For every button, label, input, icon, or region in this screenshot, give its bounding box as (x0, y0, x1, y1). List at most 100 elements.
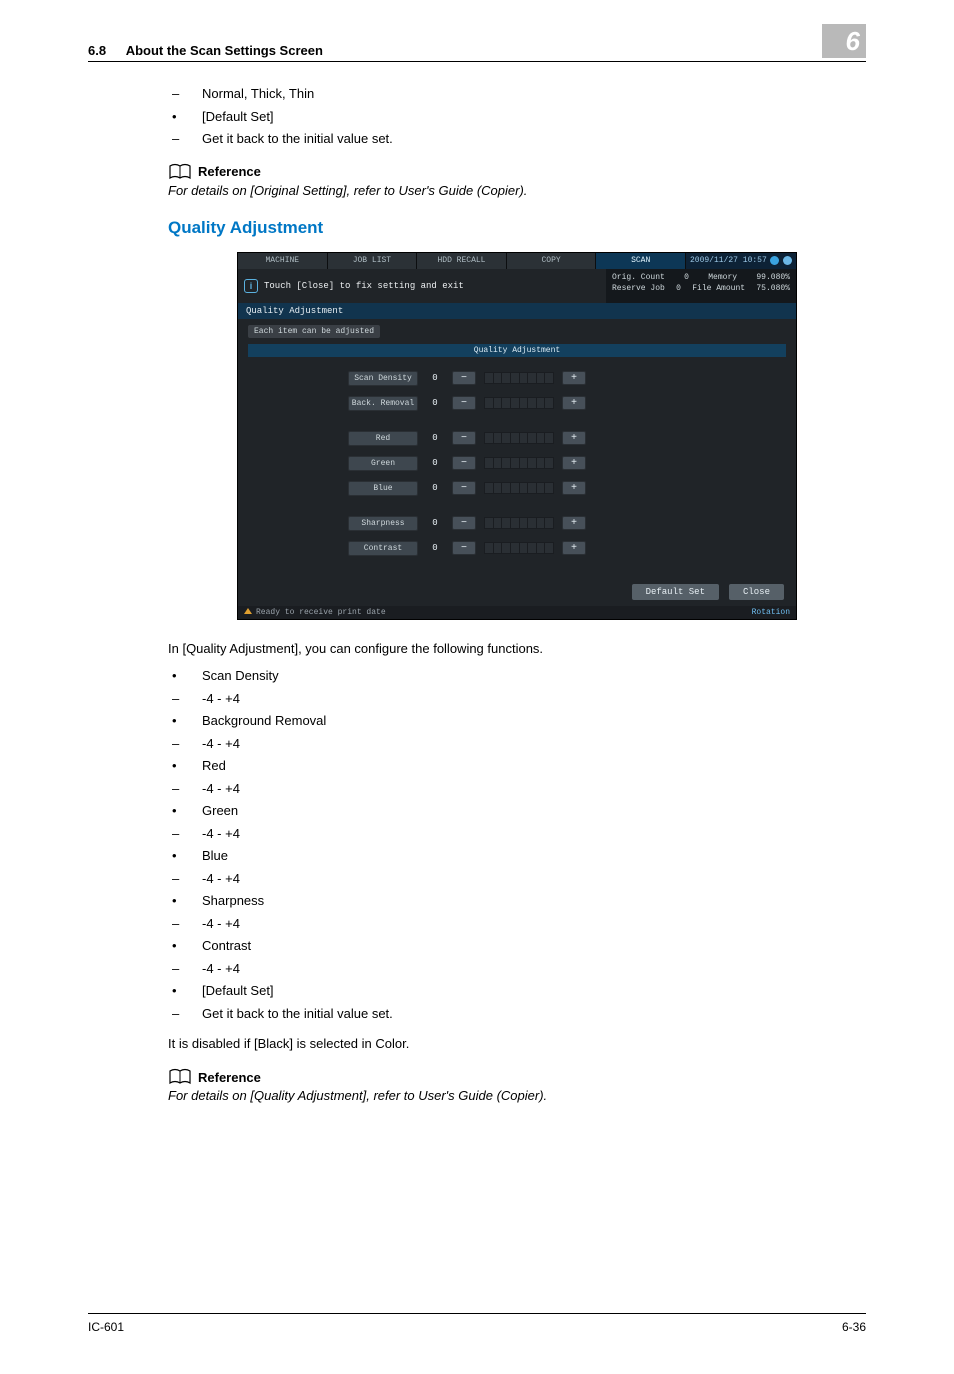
slider-value: 0 (426, 458, 444, 468)
tab-machine[interactable]: MACHINE (238, 253, 328, 269)
panel-mid-title: Quality Adjustment (248, 344, 786, 357)
status-dot-icon (770, 256, 779, 265)
minus-button[interactable]: − (452, 481, 476, 495)
list-item: [Default Set] (168, 981, 866, 1001)
slider-row: Sharpness 0− + (348, 516, 706, 531)
slider-row: Blue 0− + (348, 481, 706, 496)
intro-text: In [Quality Adjustment], you can configu… (168, 640, 866, 659)
list-item: -4 - +4 (168, 779, 866, 799)
info-icon: i (244, 279, 258, 293)
slider-track[interactable] (484, 432, 554, 444)
plus-button[interactable]: + (562, 456, 586, 470)
slider-label: Sharpness (348, 516, 418, 531)
slider-value: 0 (426, 398, 444, 408)
tab-hdd-recall[interactable]: HDD RECALL (417, 253, 507, 269)
help-dot-icon (783, 256, 792, 265)
slider-row: Green0−+ (348, 456, 706, 471)
orig-count: 0 (684, 272, 689, 283)
plus-button[interactable]: + (562, 516, 586, 530)
list-item: Get it back to the initial value set. (168, 1004, 866, 1024)
list-item: Get it back to the initial value set. (168, 129, 866, 149)
panel-subtitle: Each item can be adjusted (248, 325, 380, 338)
panel-clock: 2009/11/27 10:57 (686, 253, 796, 269)
plus-button[interactable]: + (562, 481, 586, 495)
minus-button[interactable]: − (452, 456, 476, 470)
slider-track[interactable] (484, 542, 554, 554)
section-number: 6.8 (88, 43, 106, 58)
minus-button[interactable]: − (452, 431, 476, 445)
panel-tabs: MACHINE JOB LIST HDD RECALL COPY SCAN 20… (238, 253, 796, 269)
reserve-label: Reserve Job (612, 283, 665, 294)
slider-track[interactable] (484, 482, 554, 494)
slider-track[interactable] (484, 457, 554, 469)
panel-title: Quality Adjustment (238, 303, 796, 319)
slider-value: 0 (426, 543, 444, 553)
reserve-value: 0 (676, 283, 681, 294)
chapter-tab: 6 (822, 24, 866, 58)
reference-text: For details on [Quality Adjustment], ref… (168, 1088, 866, 1103)
list-item: -4 - +4 (168, 689, 866, 709)
reference-label: Reference (198, 164, 261, 179)
minus-button[interactable]: − (452, 396, 476, 410)
slider-label: Contrast (348, 541, 418, 556)
rotation-indicator: Rotation (752, 608, 790, 617)
list-item: Background Removal (168, 711, 866, 731)
slider-label: Back. Removal (348, 396, 418, 411)
footer-page: 6-36 (842, 1320, 866, 1334)
list-item: -4 - +4 (168, 734, 866, 754)
reference-text: For details on [Original Setting], refer… (168, 183, 866, 198)
minus-button[interactable]: − (452, 541, 476, 555)
slider-value: 0 (426, 518, 444, 528)
function-list: Scan Density-4 - +4Background Removal-4 … (168, 666, 866, 1023)
slider-label: Blue (348, 481, 418, 496)
file-amount-value: 75.080% (756, 283, 790, 294)
tab-copy[interactable]: COPY (507, 253, 597, 269)
info-message: Touch [Close] to fix setting and exit (264, 281, 464, 291)
slider-row: Red 0− + (348, 431, 706, 446)
divider (88, 61, 866, 62)
list-item: -4 - +4 (168, 959, 866, 979)
plus-button[interactable]: + (562, 431, 586, 445)
memory-label: Memory (708, 272, 737, 283)
list-item: Red (168, 756, 866, 776)
slider-label: Red (348, 431, 418, 446)
plus-button[interactable]: + (562, 371, 586, 385)
slider-value: 0 (426, 373, 444, 383)
minus-button[interactable]: − (452, 371, 476, 385)
list-item: Normal, Thick, Thin (168, 84, 866, 104)
plus-button[interactable]: + (562, 396, 586, 410)
list-item: -4 - +4 (168, 869, 866, 889)
slider-track[interactable] (484, 517, 554, 529)
close-button[interactable]: Close (729, 584, 784, 600)
status-text: Ready to receive print date (244, 608, 386, 617)
slider-value: 0 (426, 483, 444, 493)
slider-row: Contrast 0− + (348, 541, 706, 556)
divider (88, 1313, 866, 1314)
note-text: It is disabled if [Black] is selected in… (168, 1035, 866, 1054)
footer-model: IC-601 (88, 1320, 124, 1334)
list-item: Blue (168, 846, 866, 866)
plus-button[interactable]: + (562, 541, 586, 555)
list-item: -4 - +4 (168, 914, 866, 934)
reference-label: Reference (198, 1070, 261, 1085)
slider-track[interactable] (484, 372, 554, 384)
device-panel: MACHINE JOB LIST HDD RECALL COPY SCAN 20… (237, 252, 797, 620)
slider-row: Back. Removal 0− + (348, 396, 706, 411)
default-set-button[interactable]: Default Set (632, 584, 719, 600)
list-item: Sharpness (168, 891, 866, 911)
slider-value: 0 (426, 433, 444, 443)
list-item: Scan Density (168, 666, 866, 686)
list-item: Green (168, 801, 866, 821)
tab-job-list[interactable]: JOB LIST (328, 253, 418, 269)
running-header: 6.8 About the Scan Settings Screen (88, 43, 323, 58)
file-amount-label: File Amount (692, 283, 745, 294)
tab-scan[interactable]: SCAN (596, 253, 686, 269)
slider-track[interactable] (484, 397, 554, 409)
warning-icon (244, 608, 252, 614)
option-list: Normal, Thick, Thin[Default Set]Get it b… (168, 84, 866, 149)
book-icon (168, 163, 192, 181)
book-icon (168, 1068, 192, 1086)
counters-box: Orig. Count 0 Memory 99.080% Reserve Job… (606, 269, 796, 303)
minus-button[interactable]: − (452, 516, 476, 530)
list-item: -4 - +4 (168, 824, 866, 844)
